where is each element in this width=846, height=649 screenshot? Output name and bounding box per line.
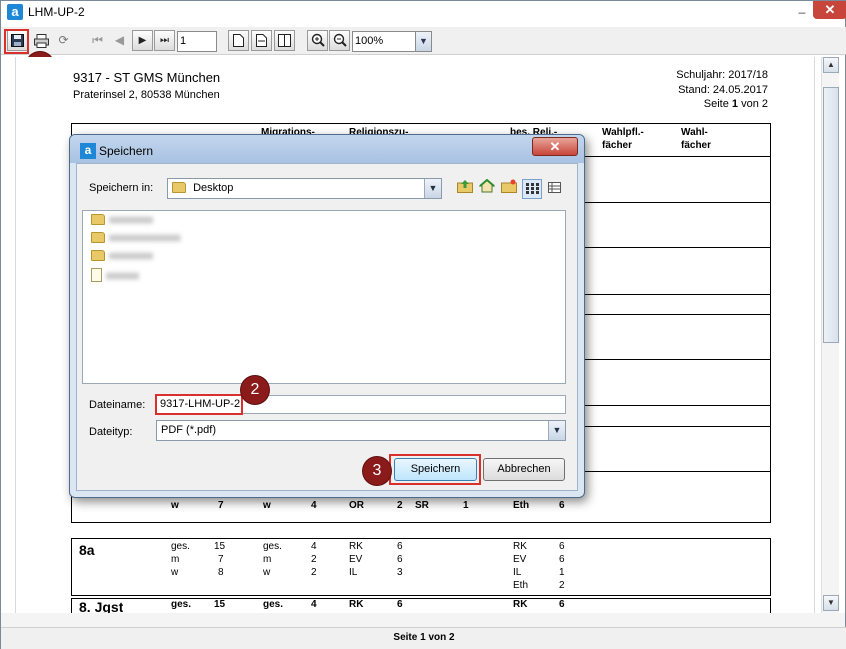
minimize-button[interactable]: _	[791, 1, 813, 19]
table-cell: 1	[463, 500, 469, 511]
report-date: Stand: 24.05.2017	[678, 84, 768, 96]
dialog-title-bar: a Speichern ✕	[70, 135, 584, 163]
filename-label: Dateiname:	[89, 399, 146, 411]
zoom-select[interactable]: 100% ▼	[352, 31, 432, 52]
save-in-select[interactable]: Desktop ▼	[167, 178, 442, 199]
scrollbar-thumb[interactable]	[823, 87, 839, 343]
page-number-input[interactable]: 1	[177, 31, 217, 52]
class-name-8jgst: 8. Jgst	[79, 599, 124, 613]
up-folder-icon[interactable]	[455, 179, 475, 199]
chevron-down-icon[interactable]: ▼	[415, 32, 431, 51]
folder-icon	[91, 232, 105, 243]
details-view-icon[interactable]	[544, 179, 564, 199]
dialog-title: Speichern	[99, 144, 154, 158]
page-width-icon[interactable]	[251, 30, 272, 51]
next-page-icon[interactable]: ▶	[132, 30, 153, 51]
close-button[interactable]: ✕	[813, 1, 846, 19]
single-page-icon[interactable]	[228, 30, 249, 51]
file-icon	[91, 268, 102, 282]
filename-highlight	[155, 394, 243, 415]
multi-page-icon[interactable]	[274, 30, 295, 51]
step-marker-3: 3	[363, 457, 391, 485]
table-cell: 7	[218, 500, 224, 511]
header-wahlpfl-2: fächer	[602, 140, 633, 151]
app-icon: a	[80, 143, 96, 159]
new-folder-icon[interactable]	[499, 179, 519, 199]
vertical-scrollbar[interactable]: ▲ ▼	[821, 57, 839, 613]
scroll-down-icon[interactable]: ▼	[823, 595, 839, 611]
header-wahl: Wahl-	[681, 127, 708, 138]
list-item[interactable]: xxxxxxxx	[91, 250, 153, 266]
zoom-out-icon[interactable]	[329, 30, 350, 51]
status-bar: Seite 1 von 2	[1, 627, 846, 649]
table-cell: w	[263, 500, 271, 511]
school-name: 9317 - ST GMS München	[73, 70, 221, 85]
print-icon[interactable]	[31, 30, 52, 51]
prev-page-icon[interactable]: ◀	[109, 30, 130, 51]
school-year: Schuljahr: 2017/18	[676, 69, 768, 81]
horizontal-scrollbar[interactable]	[1, 613, 845, 627]
table-cell: 6	[559, 500, 565, 511]
table-cell: Eth	[513, 500, 530, 511]
page-indicator: Seite 1 von 2	[703, 98, 768, 110]
folder-icon	[91, 214, 105, 225]
chevron-down-icon[interactable]: ▼	[424, 179, 441, 198]
refresh-icon[interactable]: ⟳	[53, 30, 74, 51]
report-viewer-window: a LHM-UP-2 _ ✕ ⟳ ⏮ ◀ ▶ ⏭ 1 100% ▼ 9317 -…	[0, 0, 846, 649]
table-cell: 2	[397, 500, 403, 511]
filetype-label: Dateityp:	[89, 426, 133, 438]
list-item[interactable]: xxxxxxxxxxxxx	[91, 232, 181, 248]
cancel-button[interactable]: Abbrechen	[483, 458, 565, 481]
app-icon: a	[7, 4, 23, 20]
school-address: Praterinsel 2, 80538 München	[73, 89, 220, 101]
step-marker-2: 2	[241, 376, 269, 404]
last-page-icon[interactable]: ⏭	[154, 30, 175, 51]
chevron-down-icon[interactable]: ▼	[548, 421, 565, 440]
list-item[interactable]: xxxxxxxx	[91, 214, 153, 230]
folder-icon	[172, 182, 186, 193]
title-bar: a LHM-UP-2 _ ✕	[1, 1, 846, 23]
class-name-8a: 8a	[79, 542, 95, 558]
zoom-in-icon[interactable]	[307, 30, 328, 51]
table-cell: SR	[415, 500, 429, 511]
dialog-close-button[interactable]: ✕	[532, 137, 578, 156]
filetype-select[interactable]: PDF (*.pdf) ▼	[156, 420, 566, 441]
header-wahlpfl: Wahlpfl.-	[602, 127, 644, 138]
folder-icon	[91, 250, 105, 261]
window-title: LHM-UP-2	[28, 5, 85, 19]
save-button-highlight	[389, 454, 481, 485]
home-icon[interactable]	[477, 178, 497, 199]
table-cell: OR	[349, 500, 364, 511]
first-page-icon[interactable]: ⏮	[87, 30, 108, 51]
list-view-icon[interactable]	[522, 179, 542, 199]
scroll-up-icon[interactable]: ▲	[823, 57, 839, 73]
save-button-highlight	[4, 29, 29, 54]
file-list[interactable]: xxxxxxxx xxxxxxxxxxxxx xxxxxxxx xxxxxx	[82, 210, 566, 384]
header-wahl-2: fächer	[681, 140, 712, 151]
table-cell: w	[171, 500, 179, 511]
zoom-value: 100%	[355, 35, 384, 47]
save-in-label: Speichern in:	[89, 182, 154, 194]
list-item[interactable]: xxxxxx	[91, 268, 139, 284]
table-cell: 4	[311, 500, 317, 511]
